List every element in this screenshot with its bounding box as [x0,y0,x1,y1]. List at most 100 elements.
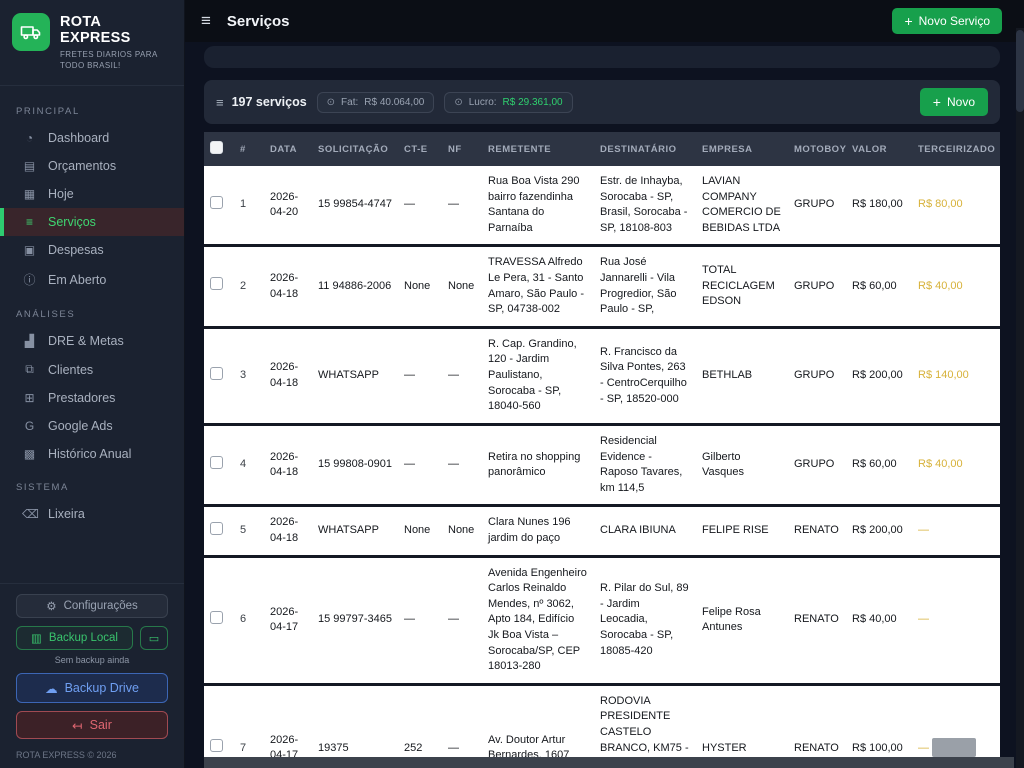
page-title: Serviços [226,12,290,30]
logout-button[interactable]: ↤ Sair [16,711,168,739]
new-service-button[interactable]: + Novo Serviço [892,8,1002,34]
cell-cte: None [398,245,442,329]
google-icon: G [24,419,35,434]
row-checkbox[interactable] [210,610,223,624]
cell-terceirizado: — [912,505,1000,558]
sidebar-item-servicos[interactable]: ≡ Serviços [0,208,184,237]
faturamento-label: Fat: [341,96,359,108]
table-row[interactable]: 7 2026-04-17 19375 252 — Av. Doutor Artu… [204,684,1000,768]
sidebar-item-despesas[interactable]: ▣ Despesas [0,236,184,264]
new-button[interactable]: + Novo [919,88,988,116]
cell-solicitacao: 11 94886-2006 [312,245,398,329]
sidebar-section-label: PRINCIPAL [16,106,80,118]
table-row[interactable]: 2 2026-04-18 11 94886-2006 None None TRA… [204,245,1000,329]
select-all-header [204,132,234,166]
services-table: # DATA SOLICITAÇÃO CT-E NF REMETENTE DESTINATÁ… [204,132,1000,768]
main-area: ≡ Serviços + Novo Serviço ≡ 197 serviços… [185,0,1024,768]
vertical-scrollbar[interactable] [1016,28,1024,768]
lucro-badge[interactable]: ⊙ Lucro: R$ 29.361,00 [444,91,573,113]
vertical-scrollbar-thumb[interactable] [1016,30,1024,112]
cell-valor: R$ 60,00 [846,245,912,329]
hamburger-menu-icon[interactable]: ≡ [201,11,211,31]
sidebar-section-label: ANÁLISES [16,309,76,321]
sidebar-item-label: Em Aberto [48,272,107,287]
row-checkbox[interactable] [210,739,223,753]
sidebar-item-historico-anual[interactable]: ▩ Histórico Anual [0,440,184,468]
column-header-data: DATA [264,132,312,166]
cell-nf: — [442,166,482,248]
chart-icon: ▟ [24,334,35,349]
disk-icon: ▥ [31,633,42,645]
cell-number: 5 [234,505,264,558]
sidebar-item-label: Hoje [48,187,74,202]
open-backup-folder-button[interactable]: ▭ [140,626,168,650]
row-checkbox[interactable] [210,521,223,535]
cell-date: 2026-04-18 [264,245,312,329]
settings-button[interactable]: ⚙ Configurações [16,594,168,618]
eye-icon: ⊙ [326,96,336,108]
cell-remetente: Av. Doutor Artur Bernardes, 1607 [482,684,594,768]
exit-icon: ↤ [72,718,83,733]
sidebar-item-label: Serviços [48,215,96,230]
row-checkbox[interactable] [210,366,223,380]
cell-motoboy: RENATO [788,505,846,558]
row-checkbox[interactable] [210,277,223,291]
cell-number: 7 [234,684,264,768]
faturamento-badge[interactable]: ⊙ Fat: R$ 40.064,00 [316,91,435,113]
table-row[interactable]: 1 2026-04-20 15 99854-4747 — — Rua Boa V… [204,166,1000,248]
cell-nf: None [442,245,482,329]
cell-motoboy: GRUPO [788,424,846,508]
sidebar-item-em-aberto[interactable]: ⓘ Em Aberto [0,264,184,295]
sidebar-section-label: SISTEMA [16,482,69,494]
backup-local-button[interactable]: ▥ Backup Local [16,626,133,650]
cell-date: 2026-04-20 [264,166,312,248]
table-row[interactable]: 4 2026-04-18 15 99808-0901 — — Retira no… [204,424,1000,508]
horizontal-scrollbar[interactable] [204,757,1014,768]
cell-motoboy: GRUPO [788,166,846,248]
table-row[interactable]: 5 2026-04-18 WHATSAPP None None Clara Nu… [204,505,1000,558]
table-row[interactable]: 6 2026-04-17 15 99797-3465 — — Avenida E… [204,556,1000,686]
cell-date: 2026-04-17 [264,556,312,686]
cell-terceirizado: R$ 140,00 [912,327,1000,426]
cell-valor: R$ 180,00 [846,166,912,248]
backup-drive-button[interactable]: ☁ Backup Drive [16,673,168,703]
cell-solicitacao: 19375 [312,684,398,768]
cell-destinatario: RODOVIA PRESIDENTE CASTELO BRANCO, KM75 … [594,684,696,768]
sidebar-item-hoje[interactable]: ▦ Hoje [0,180,184,208]
cell-empresa: Gilberto Vasques [696,424,788,508]
calendar-check-icon: ▩ [23,447,36,462]
cell-solicitacao: 15 99808-0901 [312,424,398,508]
provider-icon: ⊞ [24,391,35,406]
sidebar-item-dashboard[interactable]: ◔ Dashboard [0,124,184,152]
cell-remetente: Retira no shopping panorâmico [482,424,594,508]
cell-remetente: TRAVESSA Alfredo Le Pera, 31 - Santo Ama… [482,245,594,329]
cell-nf: — [442,556,482,686]
row-checkbox[interactable] [210,455,223,469]
sidebar-item-dre-metas[interactable]: ▟ DRE & Metas [0,327,184,355]
table-horizontal-scroll-thumb[interactable] [932,738,976,757]
people-icon: ⧉ [25,362,34,377]
sidebar-item-orcamentos[interactable]: ▤ Orçamentos [0,152,184,180]
cell-cte: None [398,505,442,558]
sidebar-item-lixeira[interactable]: ⌫ Lixeira [0,500,184,528]
backup-local-label: Backup Local [48,632,118,644]
sidebar-item-google-ads[interactable]: G Google Ads [0,412,184,440]
table-row[interactable]: 3 2026-04-18 WHATSAPP — — R. Cap. Grandi… [204,327,1000,426]
cell-nf: — [442,684,482,768]
sidebar-item-label: Despesas [48,243,104,258]
cell-cte: — [398,327,442,426]
info-icon: ⓘ [23,273,36,288]
column-header-terceirizado: TERCEIRIZADO [912,132,1000,166]
cell-destinatario: R. Francisco da Silva Pontes, 263 - Cent… [594,327,696,426]
sidebar-item-prestadores[interactable]: ⊞ Prestadores [0,384,184,412]
sidebar-item-clientes[interactable]: ⧉ Clientes [0,355,184,384]
cell-valor: R$ 200,00 [846,505,912,558]
row-checkbox[interactable] [210,195,223,209]
cloud-upload-icon: ☁ [45,681,58,696]
sidebar-item-label: DRE & Metas [48,334,124,349]
cell-date: 2026-04-18 [264,424,312,508]
cell-cte: — [398,166,442,248]
select-all-checkbox[interactable] [210,141,223,154]
plus-icon: + [904,13,913,29]
folder-icon: ▭ [148,632,160,645]
